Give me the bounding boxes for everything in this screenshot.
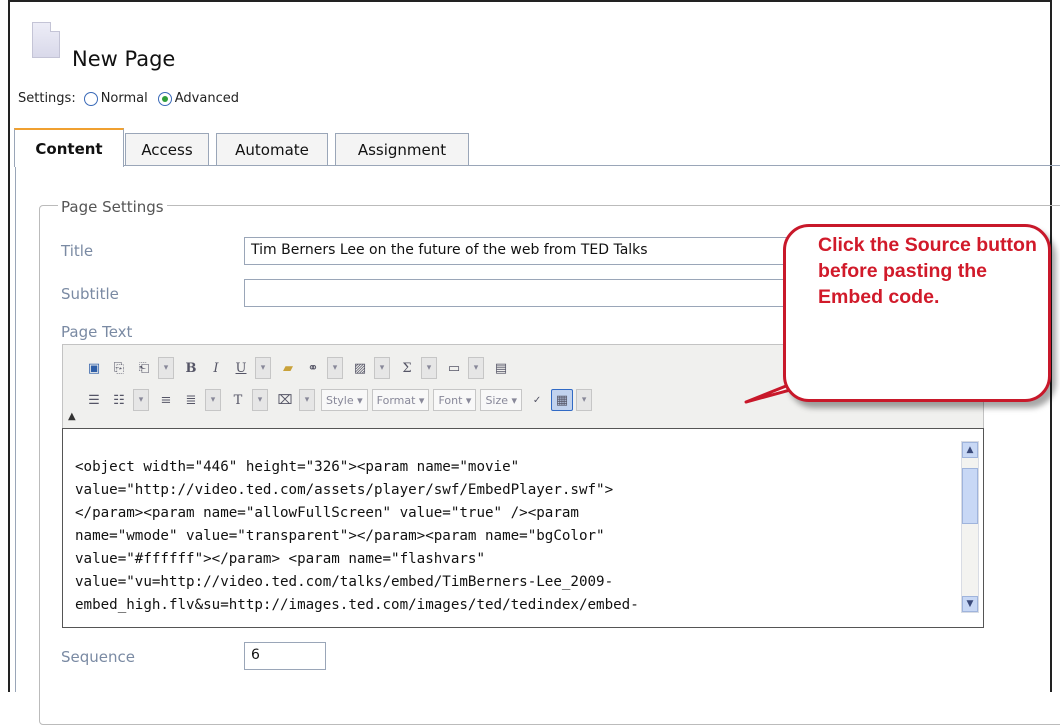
callout-text: Click the Source button before pasting t… (818, 234, 1037, 308)
tab-content[interactable]: Content (14, 128, 124, 167)
callout-pointer-cover (808, 371, 832, 377)
